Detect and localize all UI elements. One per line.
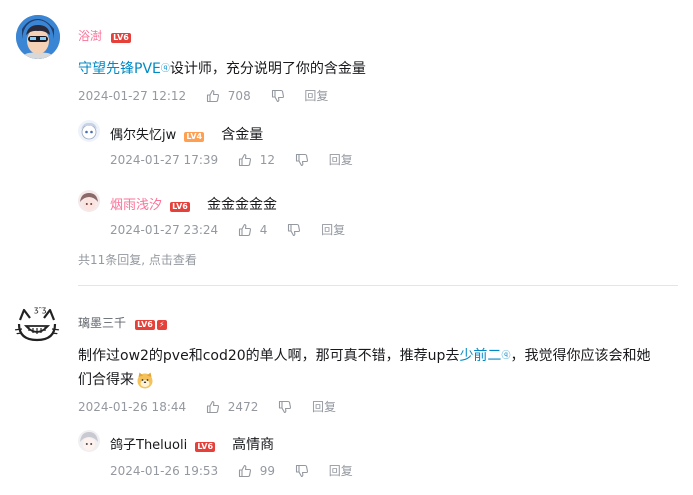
reply-button[interactable]: 回复 xyxy=(312,398,336,415)
search-link[interactable]: 少前二 xyxy=(459,348,501,364)
thumbs-down-icon xyxy=(295,464,308,477)
search-icon: ⓠ xyxy=(160,64,170,74)
thumbs-down-icon xyxy=(279,400,292,413)
like-count: 4 xyxy=(259,222,268,237)
thumbs-down-icon xyxy=(271,89,284,102)
divider xyxy=(78,285,678,286)
username[interactable]: 浴澍 xyxy=(78,29,102,43)
view-more-replies[interactable]: 共11条回复, 点击查看 xyxy=(78,251,197,268)
reply-button[interactable]: 回复 xyxy=(304,87,328,104)
reply-button[interactable]: 回复 xyxy=(329,151,353,168)
like-button[interactable]: 708 xyxy=(206,88,251,103)
dislike-button[interactable] xyxy=(287,223,301,237)
reply-meta: 2024-01-26 19:53 99 回复 xyxy=(110,462,353,479)
thumbs-down-icon xyxy=(288,223,301,236)
avatar[interactable]: ʒᵔʒ xyxy=(14,300,60,346)
comment-text: 们合得来 xyxy=(78,372,134,388)
like-count: 99 xyxy=(259,463,276,478)
timestamp: 2024-01-27 23:24 xyxy=(110,222,219,237)
like-button[interactable]: 99 xyxy=(238,463,275,478)
dislike-button[interactable] xyxy=(278,400,292,414)
doge-emoji-icon xyxy=(136,371,154,389)
dislike-button[interactable] xyxy=(271,89,285,103)
comment-text: 设计师，充分说明了你的含金量 xyxy=(169,61,366,77)
reply-meta: 2024-01-27 23:24 4 回复 xyxy=(110,221,345,238)
comment-text: 制作过ow2的pve和cod20的单人啊，那可真不错，推荐up去 xyxy=(78,348,460,364)
level-badge: LV4 xyxy=(184,132,205,142)
comment-meta: 2024-01-26 18:44 2472 回复 xyxy=(78,398,336,415)
dislike-button[interactable] xyxy=(295,464,309,478)
like-button[interactable]: 4 xyxy=(238,222,267,237)
search-link[interactable]: 守望先锋PVE xyxy=(78,61,161,77)
username[interactable]: 烟雨浅汐 xyxy=(110,198,162,213)
dislike-button[interactable] xyxy=(295,153,309,167)
svg-text:ʒᵔʒ: ʒᵔʒ xyxy=(34,305,47,314)
thumbs-up-icon xyxy=(206,400,220,414)
avatar[interactable] xyxy=(78,120,100,142)
avatar[interactable] xyxy=(16,15,60,59)
timestamp: 2024-01-26 18:44 xyxy=(78,399,187,414)
username[interactable]: 鸽子Theluoli xyxy=(110,438,187,453)
comment-meta: 2024-01-27 12:12 708 回复 xyxy=(78,87,328,104)
timestamp: 2024-01-26 19:53 xyxy=(110,463,219,478)
like-count: 2472 xyxy=(227,399,259,414)
thumbs-up-icon xyxy=(238,153,252,167)
timestamp: 2024-01-27 12:12 xyxy=(78,88,187,103)
reply-meta: 2024-01-27 17:39 12 回复 xyxy=(110,151,353,168)
reply-content: 金金金金金 xyxy=(206,197,277,213)
timestamp: 2024-01-27 17:39 xyxy=(110,152,219,167)
like-count: 12 xyxy=(259,152,276,167)
avatar[interactable] xyxy=(78,430,100,452)
comment-content: 守望先锋PVEⓠ设计师，充分说明了你的含金量 xyxy=(78,57,366,81)
reply-button[interactable]: 回复 xyxy=(329,462,353,479)
reply-content: 含金量 xyxy=(221,127,264,143)
lightning-icon: ⚡ xyxy=(156,320,167,330)
comment-text: ，我觉得你应该会和她 xyxy=(510,348,651,364)
username[interactable]: 偶尔失忆jw xyxy=(110,128,176,143)
reply-content: 高情商 xyxy=(232,437,275,453)
reply-button[interactable]: 回复 xyxy=(321,221,345,238)
level-badge: LV6 xyxy=(195,442,216,452)
like-count: 708 xyxy=(227,88,251,103)
level-badge: LV6 xyxy=(170,202,190,212)
thumbs-up-icon xyxy=(206,89,220,103)
thumbs-up-icon xyxy=(238,223,252,237)
thumbs-down-icon xyxy=(295,153,308,166)
username[interactable]: 璃墨三千 xyxy=(78,316,126,330)
level-badge: LV6 xyxy=(111,33,131,43)
avatar[interactable] xyxy=(78,190,100,212)
comment-content: 制作过ow2的pve和cod20的单人啊，那可真不错，推荐up去少前二ⓠ，我觉得… xyxy=(78,344,678,392)
like-button[interactable]: 2472 xyxy=(206,399,258,414)
thumbs-up-icon xyxy=(238,464,252,478)
level-badge: LV6 xyxy=(135,320,155,330)
like-button[interactable]: 12 xyxy=(238,152,275,167)
